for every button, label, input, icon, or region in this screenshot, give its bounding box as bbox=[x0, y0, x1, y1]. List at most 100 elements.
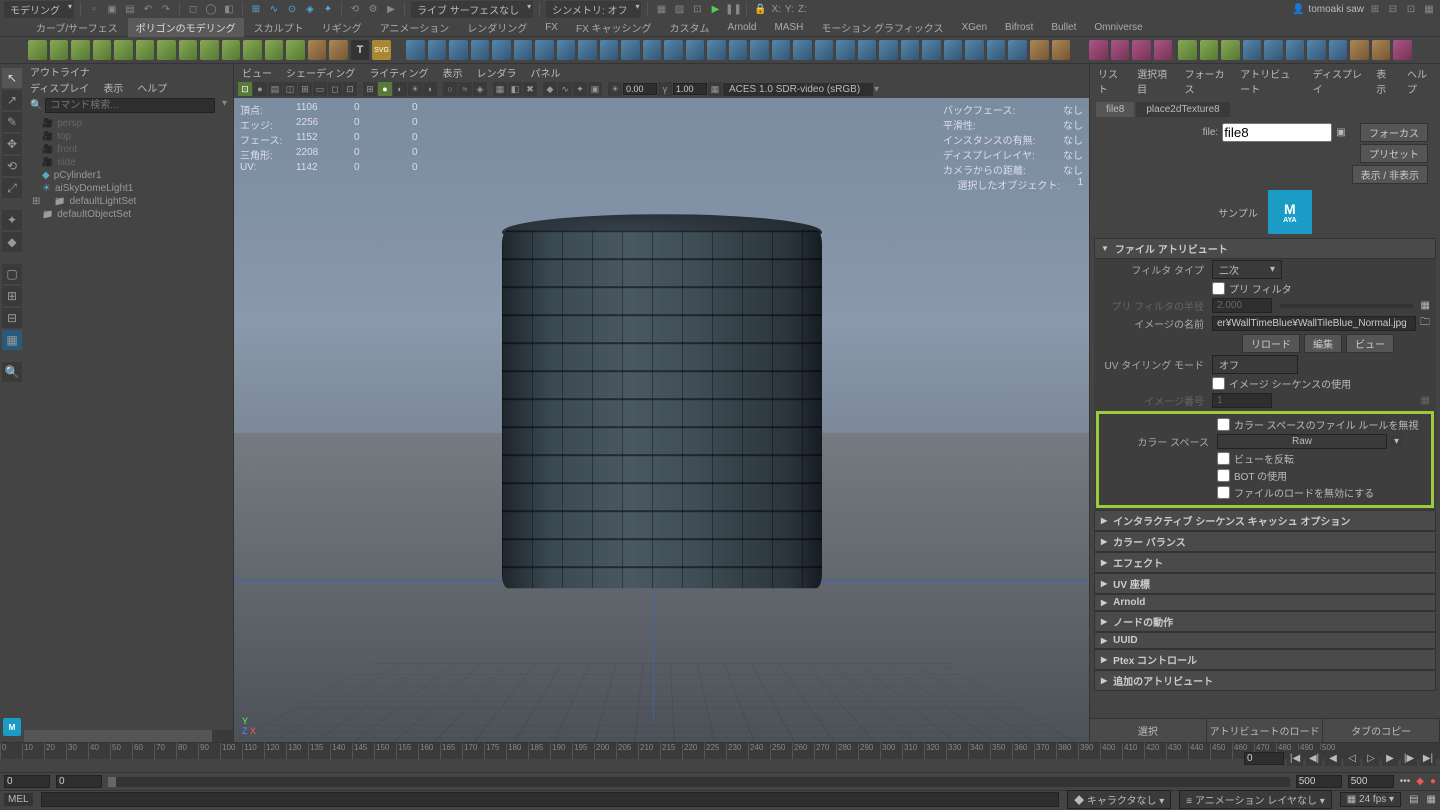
attr-bottom-button[interactable]: 選択 bbox=[1090, 719, 1207, 742]
shelf-soft[interactable] bbox=[793, 40, 812, 60]
outliner-item[interactable]: aiSkyDomeLight1 bbox=[28, 182, 233, 195]
image-seq-check[interactable] bbox=[1212, 377, 1225, 390]
shelf-poly-prism[interactable] bbox=[222, 40, 241, 60]
shelf-poly-plane[interactable] bbox=[136, 40, 155, 60]
viewport-menu-item[interactable]: レンダラ bbox=[477, 65, 517, 80]
paint-icon[interactable]: ◧ bbox=[222, 2, 236, 16]
viewport-3d[interactable]: 頂点:110600エッジ:225600フェース:115200三角形:220800… bbox=[234, 98, 1089, 742]
shelf-slide[interactable] bbox=[965, 40, 984, 60]
shelf-tab[interactable]: MASH bbox=[766, 20, 811, 35]
shelf-tab[interactable]: FX bbox=[537, 20, 566, 35]
outliner-item[interactable]: side bbox=[28, 156, 233, 169]
colorspace-dropdown[interactable]: Raw bbox=[1217, 434, 1387, 449]
range-menu-icon[interactable]: ••• bbox=[1400, 776, 1411, 787]
vp-wire[interactable]: ⊞ bbox=[363, 82, 377, 96]
attr-section-head[interactable]: ▶UV 座標 bbox=[1094, 573, 1436, 594]
attr-section-head[interactable]: ▶エフェクト bbox=[1094, 552, 1436, 573]
range-start-field[interactable] bbox=[56, 775, 102, 788]
shelf-right-1[interactable] bbox=[1178, 40, 1197, 60]
render-icon[interactable]: ▶ bbox=[384, 2, 398, 16]
char-set-dropdown[interactable]: ◆ キャラクタなし ▾ bbox=[1067, 790, 1171, 809]
shelf-connect[interactable] bbox=[1132, 40, 1151, 60]
vp-nurbs[interactable]: ∿ bbox=[558, 82, 572, 96]
shelf-poly-sphere[interactable] bbox=[28, 40, 47, 60]
vp-lights[interactable]: ✦ bbox=[573, 82, 587, 96]
attr-section-head[interactable]: ▶インタラクティブ シーケンス キャッシュ オプション bbox=[1094, 510, 1436, 531]
user-icon[interactable]: 👤 bbox=[1292, 4, 1304, 15]
shelf-tab[interactable]: カーブ/サーフェス bbox=[28, 18, 126, 37]
vp-grid[interactable]: ⊞ bbox=[298, 82, 312, 96]
construction-icon[interactable]: ⚙ bbox=[366, 2, 380, 16]
view-button[interactable]: ビュー bbox=[1346, 334, 1394, 353]
shelf-right-8[interactable] bbox=[1329, 40, 1348, 60]
prefilter-map-icon[interactable]: ▦ bbox=[1421, 300, 1430, 311]
shelf-tab[interactable]: ポリゴンのモデリング bbox=[128, 18, 244, 37]
vp-iso[interactable]: ▦ bbox=[493, 82, 507, 96]
vp-joints[interactable]: ✖ bbox=[523, 82, 537, 96]
attr-side-button[interactable]: フォーカス bbox=[1360, 123, 1428, 142]
uv-tile-dropdown[interactable]: オフ bbox=[1212, 355, 1298, 374]
shelf-right-3[interactable] bbox=[1221, 40, 1240, 60]
vp-exposure[interactable] bbox=[623, 83, 657, 95]
attr-menu-item[interactable]: リスト bbox=[1098, 66, 1123, 96]
attr-bottom-button[interactable]: タブのコピー bbox=[1323, 719, 1440, 742]
vp-poly[interactable]: ◆ bbox=[543, 82, 557, 96]
section-file-attrs[interactable]: ▼ファイル アトリビュート bbox=[1094, 238, 1436, 259]
attr-menu-item[interactable]: フォーカス bbox=[1184, 66, 1226, 96]
shelf-right-10[interactable] bbox=[1372, 40, 1391, 60]
tool-select[interactable]: ↖ bbox=[2, 68, 22, 88]
outliner-item[interactable]: front bbox=[28, 143, 233, 156]
layout-two[interactable]: ⊟ bbox=[2, 308, 22, 328]
tool-paint[interactable]: ✎ bbox=[2, 112, 22, 132]
attr-section-head[interactable]: ▶Ptex コントロール bbox=[1094, 649, 1436, 670]
outliner-item[interactable]: defaultObjectSet bbox=[28, 208, 233, 221]
prev-key-button[interactable]: ◀| bbox=[1306, 750, 1322, 766]
go-start-button[interactable]: |◀ bbox=[1287, 750, 1303, 766]
snap-curve-icon[interactable]: ∿ bbox=[267, 2, 281, 16]
vp-xray[interactable]: ◧ bbox=[508, 82, 522, 96]
shelf-poly-cylinder[interactable] bbox=[71, 40, 90, 60]
shelf-tab[interactable]: XGen bbox=[953, 20, 995, 35]
image-name-field[interactable] bbox=[1212, 316, 1416, 331]
play-fwd-button[interactable]: ▷ bbox=[1363, 750, 1379, 766]
shelf-tab[interactable]: モーション グラフィックス bbox=[813, 18, 951, 37]
shelf-tab[interactable]: Bullet bbox=[1043, 20, 1084, 35]
script-editor-icon[interactable]: ▤ bbox=[1409, 794, 1418, 805]
prefilter-check[interactable] bbox=[1212, 282, 1225, 295]
go-end-button[interactable]: ▶| bbox=[1420, 750, 1436, 766]
shelf-multicut[interactable] bbox=[1089, 40, 1108, 60]
viewport-menu-item[interactable]: 表示 bbox=[443, 65, 463, 80]
vp-aa[interactable]: ◈ bbox=[473, 82, 487, 96]
shelf-svg[interactable]: SVG bbox=[372, 40, 391, 60]
shelf-reduce[interactable] bbox=[514, 40, 533, 60]
flip-view-check[interactable] bbox=[1217, 452, 1230, 465]
vp-ao[interactable]: ○ bbox=[443, 82, 457, 96]
attr-section-head[interactable]: ▶カラー バランス bbox=[1094, 531, 1436, 552]
next-key-button[interactable]: |▶ bbox=[1401, 750, 1417, 766]
shelf-tab[interactable]: Omniverse bbox=[1086, 20, 1150, 35]
vp-film[interactable]: ▭ bbox=[313, 82, 327, 96]
outliner-scrollbar[interactable] bbox=[24, 730, 233, 742]
viewport-menu-item[interactable]: ライティング bbox=[369, 65, 428, 80]
shelf-remesh[interactable] bbox=[535, 40, 554, 60]
vp-shadow[interactable]: ◗ bbox=[423, 82, 437, 96]
tool-search[interactable]: 🔍 bbox=[2, 362, 22, 382]
layout-out[interactable]: ▦ bbox=[2, 330, 22, 350]
shelf-right-11[interactable] bbox=[1393, 40, 1412, 60]
shelf-poly-torus[interactable] bbox=[114, 40, 133, 60]
top-icon-b[interactable]: ⊟ bbox=[1386, 2, 1400, 16]
snap-live-icon[interactable]: ✦ bbox=[321, 2, 335, 16]
mel-icon[interactable]: MEL bbox=[4, 793, 33, 806]
shelf-insert[interactable] bbox=[858, 40, 877, 60]
attr-node-tab[interactable]: place2dTexture8 bbox=[1136, 102, 1229, 117]
snap-grid-icon[interactable]: ⊞ bbox=[249, 2, 263, 16]
attr-bottom-button[interactable]: アトリビュートのロード bbox=[1207, 719, 1324, 742]
graph-icon[interactable]: ▨ bbox=[672, 2, 686, 16]
browse-icon[interactable]: 🗀 bbox=[1420, 315, 1430, 332]
shelf-combine[interactable] bbox=[406, 40, 425, 60]
vp-view-icon[interactable]: ▦ bbox=[708, 82, 722, 96]
viewport-menu-item[interactable]: シェーディング bbox=[286, 65, 355, 80]
attr-node-tab[interactable]: file8 bbox=[1096, 102, 1134, 117]
shelf-wedge[interactable] bbox=[922, 40, 941, 60]
shelf-append[interactable] bbox=[600, 40, 619, 60]
